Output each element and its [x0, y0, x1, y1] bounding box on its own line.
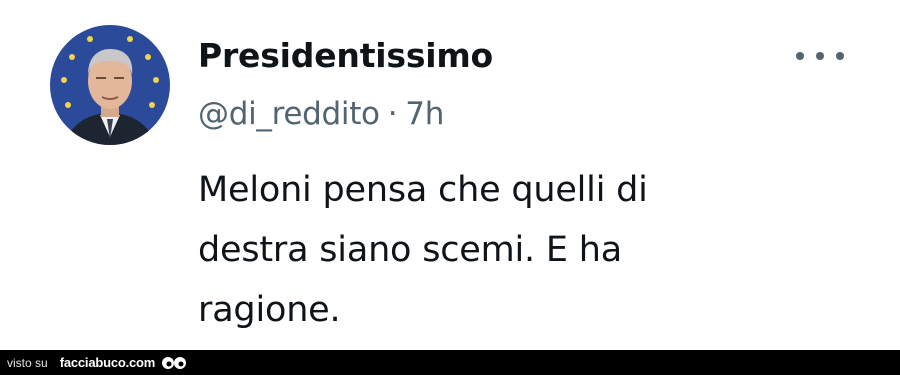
watermark-site[interactable]: facciabuco.com [60, 355, 156, 370]
facciabuco-eyes-logo-icon [162, 356, 187, 369]
tweet-text: Meloni pensa che quelli di destra siano … [198, 170, 648, 330]
display-name[interactable]: Presidentissimo [198, 36, 493, 75]
more-dot [816, 52, 824, 60]
avatar[interactable] [50, 25, 170, 145]
handle[interactable]: @di_reddito [198, 96, 380, 132]
watermark-bar: visto su facciabuco.com [0, 350, 900, 375]
tweet-meta: @di_reddito · 7h [198, 96, 444, 132]
more-dot [836, 52, 844, 60]
avatar-image [50, 25, 170, 145]
more-options-icon[interactable] [796, 40, 844, 72]
tweet-card: Presidentissimo @di_reddito · 7h Meloni pe… [0, 0, 900, 350]
more-dot [796, 52, 804, 60]
meta-separator: · [387, 96, 398, 132]
watermark-prefix: visto su [7, 355, 48, 370]
timestamp[interactable]: 7h [405, 96, 444, 132]
